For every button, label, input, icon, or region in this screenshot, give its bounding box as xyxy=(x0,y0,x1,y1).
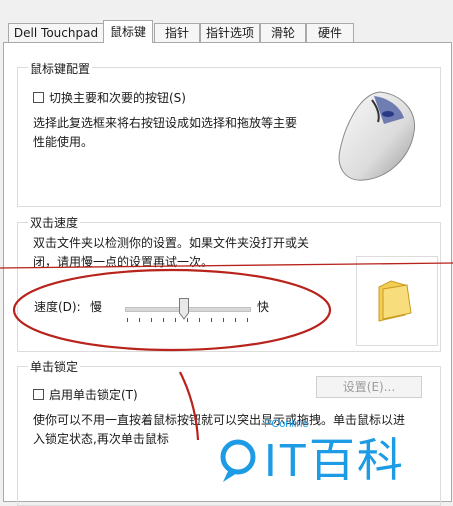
click-lock-label[interactable]: 启用单击锁定(T) xyxy=(49,386,138,403)
watermark: PConline IT百科 xyxy=(214,418,453,495)
watermark-site: PConline xyxy=(264,418,309,430)
button-config-title: 鼠标键配置 xyxy=(28,60,93,77)
slider-tick xyxy=(235,318,236,322)
slider-tick xyxy=(127,318,128,322)
magnifier-logo-icon xyxy=(220,439,256,482)
tab-dell-touchpad[interactable]: Dell Touchpad xyxy=(8,23,104,42)
slider-tick xyxy=(151,318,152,322)
click-lock-checkbox[interactable] xyxy=(33,389,44,400)
switch-buttons-label[interactable]: 切换主要和次要的按钮(S) xyxy=(49,89,186,106)
tab-buttons[interactable]: 鼠标键 xyxy=(103,20,153,43)
switch-buttons-row[interactable]: 切换主要和次要的按钮(S) xyxy=(33,89,186,106)
tab-wheel[interactable]: 滑轮 xyxy=(260,23,306,42)
mouse-illustration-icon xyxy=(338,91,416,181)
double-click-title: 双击速度 xyxy=(28,214,81,231)
button-config-description-1: 选择此复选框来将右按钮设成如选择和拖放等主要 xyxy=(33,116,298,130)
click-lock-description-2: 入锁定状态,再次单击鼠标 xyxy=(33,432,169,446)
double-click-speed-slider[interactable] xyxy=(125,298,253,332)
slider-tick xyxy=(211,318,212,322)
tab-pointers[interactable]: 指针 xyxy=(154,23,200,42)
slider-tick xyxy=(163,318,164,322)
speed-label: 速度(D): xyxy=(34,300,81,314)
test-folder-area[interactable] xyxy=(356,256,438,346)
slider-tick xyxy=(175,318,176,322)
slow-label: 慢 xyxy=(90,300,103,314)
click-lock-title: 单击锁定 xyxy=(28,358,81,375)
button-config-description-2: 性能使用。 xyxy=(33,135,94,149)
folder-icon[interactable] xyxy=(375,279,415,323)
slider-tick xyxy=(223,318,224,322)
slider-tick xyxy=(247,318,248,322)
watermark-brand: IT百科 xyxy=(264,434,405,486)
slider-ticks xyxy=(125,318,253,326)
click-lock-row[interactable]: 启用单击锁定(T) xyxy=(33,386,138,403)
double-click-description-2: 闭，请用慢一点的设置再试一次。 xyxy=(33,255,214,269)
switch-buttons-checkbox[interactable] xyxy=(33,92,44,103)
slider-tick xyxy=(139,318,140,322)
tab-hardware[interactable]: 硬件 xyxy=(306,23,354,42)
click-lock-settings-button[interactable]: 设置(E)... xyxy=(316,376,422,398)
double-click-description-1: 双击文件夹以检测你的设置。如果文件夹没打开或关 xyxy=(33,236,310,250)
tab-strip: Dell Touchpad 鼠标键 指针 指针选项 滑轮 硬件 xyxy=(0,0,453,43)
fast-label: 快 xyxy=(257,300,270,314)
slider-tick xyxy=(199,318,200,322)
tab-pointer-options[interactable]: 指针选项 xyxy=(200,23,260,42)
slider-thumb[interactable] xyxy=(179,298,189,320)
